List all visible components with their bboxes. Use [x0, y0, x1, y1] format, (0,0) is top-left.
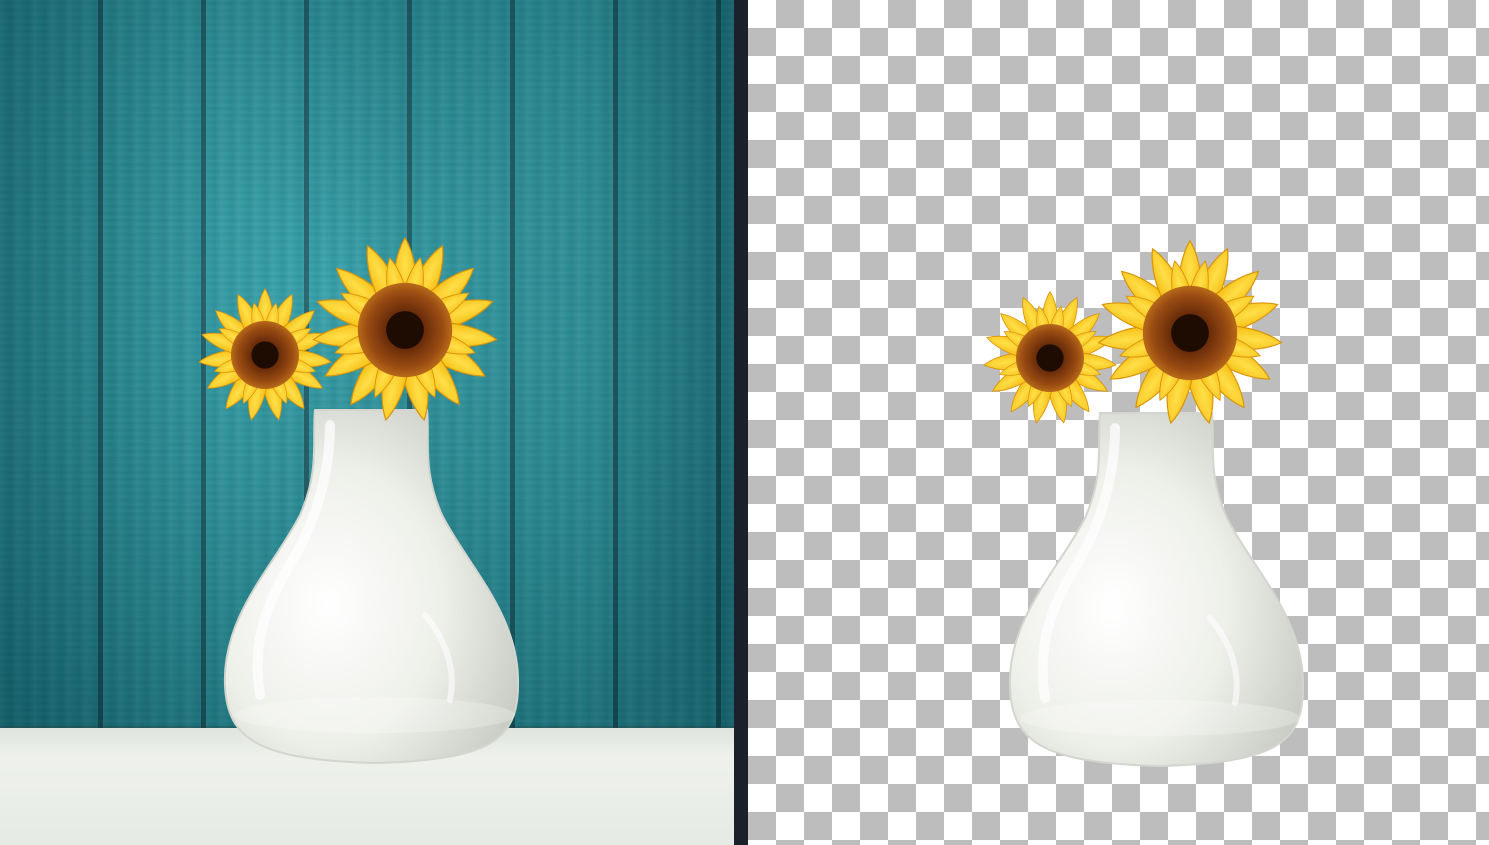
divider — [734, 0, 748, 845]
background-removed-panel — [748, 0, 1489, 845]
original-photo-panel — [0, 0, 734, 845]
vase-with-sunflowers-cutout — [965, 198, 1355, 778]
vase-with-sunflowers — [180, 195, 570, 775]
